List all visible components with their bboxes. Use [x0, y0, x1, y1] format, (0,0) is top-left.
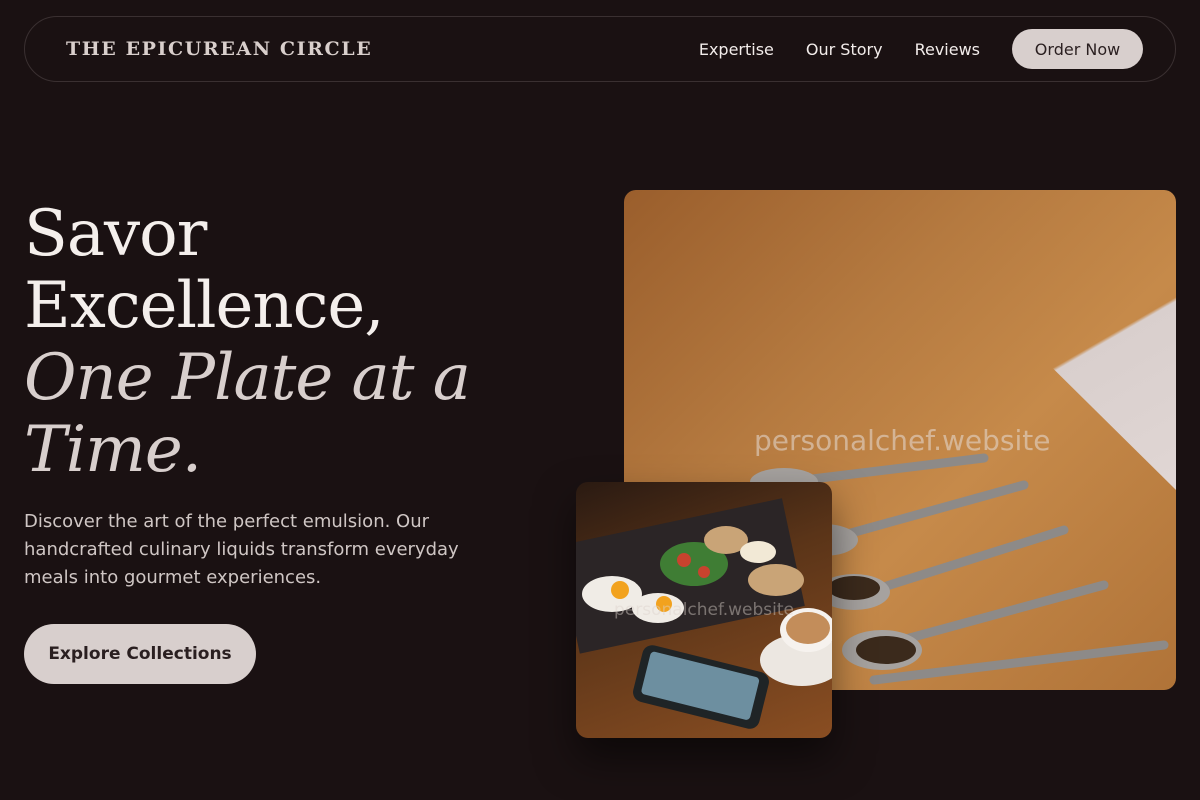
order-now-button[interactable]: Order Now	[1012, 29, 1143, 69]
headline-accent: One Plate at a Time.	[24, 341, 471, 487]
top-nav: THE EPICUREAN CIRCLE Expertise Our Story…	[24, 16, 1176, 82]
inset-image-watermark: personalchef.website	[614, 600, 795, 620]
nav-link-reviews[interactable]: Reviews	[915, 40, 980, 59]
hero-description: Discover the art of the perfect emulsion…	[24, 511, 459, 588]
headline-line-2: Excellence,	[24, 269, 385, 343]
nav-links: Expertise Our Story Reviews Order Now	[699, 29, 1143, 69]
inset-image-breakfast: personalchef.website	[576, 482, 832, 738]
explore-collections-button[interactable]: Explore Collections	[24, 624, 256, 684]
nav-link-expertise[interactable]: Expertise	[699, 40, 774, 59]
main-image-watermark: personalchef.website	[754, 424, 1051, 457]
hero-headline: Savor Excellence, One Plate at a Time.	[24, 198, 564, 486]
nav-link-our-story[interactable]: Our Story	[806, 40, 883, 59]
brand-logo[interactable]: THE EPICUREAN CIRCLE	[66, 38, 372, 60]
headline-line-1: Savor	[24, 197, 207, 271]
